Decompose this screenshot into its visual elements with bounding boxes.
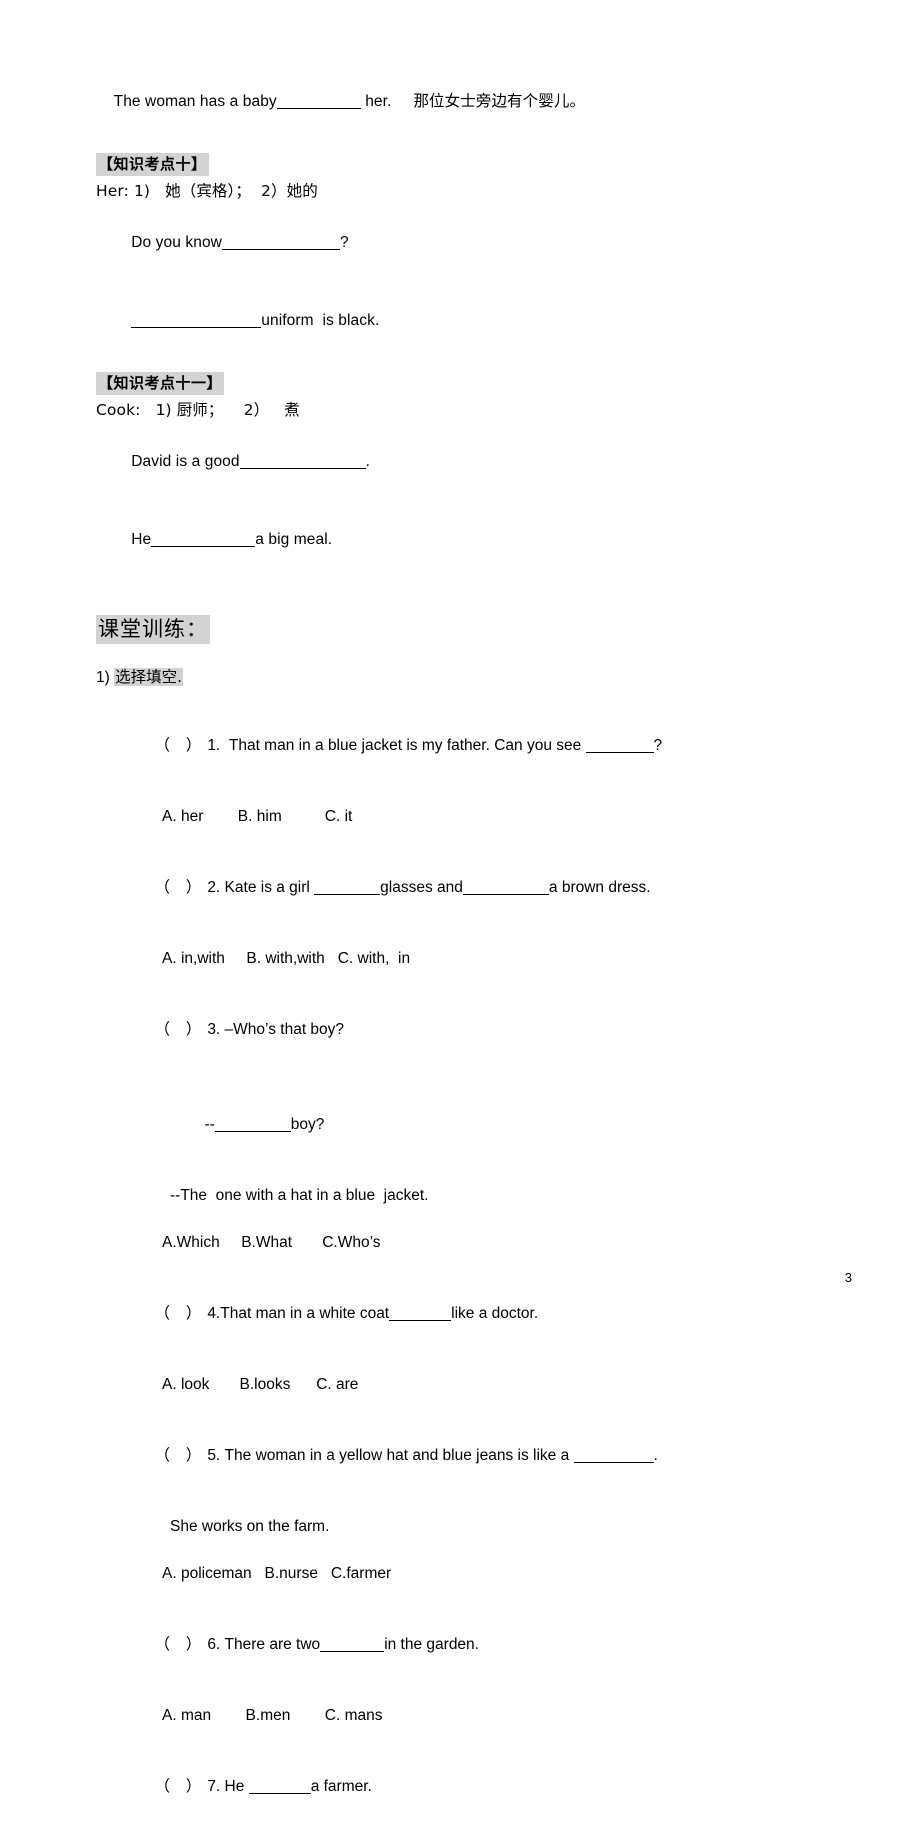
quiz-item-5-blank: [573, 1449, 654, 1463]
knowledge-point-11: 【知识考点十一】 Cook: 1) 厨师； 2） 煮 David is a go…: [96, 372, 860, 579]
knowledge-point-10-body: Her: 1) 她（宾格）； 2）她的 Do you know? uniform…: [96, 178, 860, 360]
quiz-item-5: （ ） 5. The woman in a yellow hat and blue…: [120, 1419, 860, 1586]
quiz-item-3-continuation-2: --The one with a hat in a blue jacket.: [170, 1187, 429, 1204]
quiz-item-3-cont-after: boy?: [290, 1116, 325, 1133]
knowledge-point-11-body: Cook: 1) 厨师； 2） 煮 David is a good. He a b…: [96, 397, 860, 579]
quiz-item-3-blank: [214, 1118, 291, 1132]
quiz-item-1-text-before: That man in a blue jacket is my father. …: [220, 737, 586, 754]
kp11-ex2-blank: [151, 533, 256, 547]
quiz-item-4-text-before: That man in a white coat: [220, 1305, 390, 1322]
quiz-item-6-options[interactable]: A. man B.men C. mans: [120, 1704, 860, 1728]
quiz-item-4-text-after: like a doctor.: [451, 1305, 539, 1322]
quiz-item-2-answer-paren[interactable]: （ ）: [154, 878, 203, 896]
quiz-item-2-stem: （ ） 2. Kate is a girl glasses and a brown …: [120, 851, 860, 924]
kp11-ex1-after: .: [365, 453, 371, 470]
top-sentence-after: her.: [365, 93, 392, 110]
knowledge-point-10-header-wrap: 【知识考点十】: [96, 153, 860, 176]
kp11-ex1-before: David is a good: [131, 453, 240, 470]
quiz-item-6-text-before: There are two: [220, 1636, 321, 1653]
quiz-item-5-text-after: .: [653, 1447, 658, 1464]
subsection-number: 1): [96, 669, 110, 686]
quiz-item-2-text-after: a brown dress.: [548, 879, 651, 896]
quiz-item-7-blank: [248, 1780, 311, 1794]
quiz-list: （ ） 1. That man in a blue jacket is my fa…: [96, 709, 860, 1823]
knowledge-point-10-example-2: uniform is black.: [96, 282, 860, 360]
kp10-ex2-blank: [131, 314, 262, 328]
quiz-item-2-blank-1: [314, 881, 381, 895]
quiz-item-1-answer-paren[interactable]: （ ）: [154, 736, 203, 754]
kp10-ex1-after: ?: [339, 234, 349, 251]
quiz-item-1-options[interactable]: A. her B. him C. it: [120, 805, 860, 829]
quiz-item-4-answer-paren[interactable]: （ ）: [154, 1304, 203, 1322]
quiz-item-3-number: 3.: [207, 1021, 221, 1038]
knowledge-point-11-definition: Cook: 1) 厨师； 2） 煮: [96, 401, 300, 419]
quiz-item-6-answer-paren[interactable]: （ ）: [154, 1635, 203, 1653]
knowledge-point-11-example-2: He a big meal.: [96, 501, 860, 579]
knowledge-point-10-example-1: Do you know?: [96, 204, 860, 282]
quiz-item-5-answer-paren[interactable]: （ ）: [154, 1446, 203, 1464]
quiz-item-5-stem: （ ） 5. The woman in a yellow hat and blue…: [120, 1419, 860, 1492]
kp10-ex1-blank: [221, 236, 340, 250]
knowledge-point-10-header: 【知识考点十】: [96, 153, 209, 176]
document-page: The woman has a baby her. 那位女士旁边有个婴儿。 【知识…: [0, 0, 920, 1795]
quiz-item-7-text-after: a farmer.: [310, 1778, 372, 1795]
quiz-item-2-text-mid: glasses and: [380, 879, 463, 896]
knowledge-point-10: 【知识考点十】 Her: 1) 她（宾格）； 2）她的 Do you know?…: [96, 153, 860, 360]
quiz-item-5-number: 5.: [207, 1447, 221, 1464]
quiz-item-1-stem: （ ） 1. That man in a blue jacket is my fa…: [120, 709, 860, 782]
top-sentence-blank: [276, 95, 361, 109]
quiz-item-4-stem: （ ） 4.That man in a white coat like a doct…: [120, 1277, 860, 1350]
knowledge-point-10-definition: Her: 1) 她（宾格）； 2）她的: [96, 182, 318, 200]
quiz-item-2-options[interactable]: A. in,with B. with,with C. with, in: [120, 947, 860, 971]
quiz-item-3-answer-paren[interactable]: （ ）: [154, 1020, 203, 1038]
quiz-item-3-cont-before: --: [204, 1116, 215, 1133]
quiz-item-3: （ ） 3. –Who’s that boy? -- boy? --The one …: [120, 993, 860, 1255]
knowledge-point-11-example-1: David is a good.: [96, 423, 860, 501]
quiz-item-7: （ ） 7. He a farmer.: [120, 1750, 860, 1823]
quiz-item-1-blank: [585, 739, 654, 753]
kp11-ex1-blank: [239, 455, 366, 469]
knowledge-point-11-header-wrap: 【知识考点十一】: [96, 372, 860, 395]
quiz-item-2: （ ） 2. Kate is a girl glasses and a brown …: [120, 851, 860, 971]
knowledge-point-11-header: 【知识考点十一】: [96, 372, 225, 395]
page-number: 3: [844, 1270, 852, 1285]
section-heading: 课堂训练：: [96, 615, 210, 644]
quiz-item-7-number: 7.: [207, 1778, 221, 1795]
quiz-item-7-stem: （ ） 7. He a farmer.: [120, 1750, 860, 1823]
quiz-item-1-number: 1.: [207, 737, 221, 754]
quiz-item-4-number: 4.: [207, 1305, 221, 1322]
quiz-item-6-blank: [320, 1638, 385, 1652]
quiz-item-4-blank: [389, 1307, 452, 1321]
subsection-line: 1) 选择填空.: [96, 666, 860, 689]
quiz-item-7-answer-paren[interactable]: （ ）: [154, 1777, 203, 1795]
top-sentence-before: The woman has a baby: [113, 93, 277, 110]
quiz-item-1-text-after: ?: [653, 737, 663, 754]
quiz-item-3-stem: （ ） 3. –Who’s that boy?: [120, 993, 860, 1066]
kp10-ex2-after: uniform is black.: [261, 312, 380, 329]
quiz-item-7-text-before: He: [220, 1778, 249, 1795]
subsection-label: 选择填空.: [114, 668, 184, 686]
quiz-item-5-text-before: The woman in a yellow hat and blue jeans…: [220, 1447, 574, 1464]
quiz-item-6-text-after: in the garden.: [384, 1636, 479, 1653]
quiz-item-6-number: 6.: [207, 1636, 221, 1653]
top-sentence-line: The woman has a baby her. 那位女士旁边有个婴儿。: [96, 62, 860, 141]
quiz-item-4: （ ） 4.That man in a white coat like a doct…: [120, 1277, 860, 1397]
quiz-item-5-options[interactable]: A. policeman B.nurse C.farmer: [120, 1562, 860, 1586]
quiz-item-3-options[interactable]: A.Which B.What C.Who’s: [120, 1231, 860, 1255]
quiz-item-4-options[interactable]: A. look B.looks C. are: [120, 1373, 860, 1397]
quiz-item-3-text-before: –Who’s that boy?: [220, 1021, 345, 1038]
quiz-item-2-text-before: Kate is a girl: [220, 879, 315, 896]
kp11-ex2-after: a big meal.: [255, 531, 333, 548]
quiz-item-1: （ ） 1. That man in a blue jacket is my fa…: [120, 709, 860, 829]
quiz-item-3-continuation-1: -- boy?: [120, 1089, 860, 1161]
quiz-item-6: （ ） 6. There are two in the garden. A. man…: [120, 1608, 860, 1728]
quiz-item-2-blank-2: [462, 881, 549, 895]
top-sentence-translation: 那位女士旁边有个婴儿。: [413, 92, 586, 110]
kp11-ex2-before: He: [131, 531, 152, 548]
quiz-item-6-stem: （ ） 6. There are two in the garden.: [120, 1608, 860, 1681]
section-heading-wrap: 课堂训练：: [96, 615, 860, 644]
quiz-item-2-number: 2.: [207, 879, 221, 896]
quiz-item-5-continuation: She works on the farm.: [170, 1518, 330, 1535]
kp10-ex1-before: Do you know: [131, 234, 222, 251]
